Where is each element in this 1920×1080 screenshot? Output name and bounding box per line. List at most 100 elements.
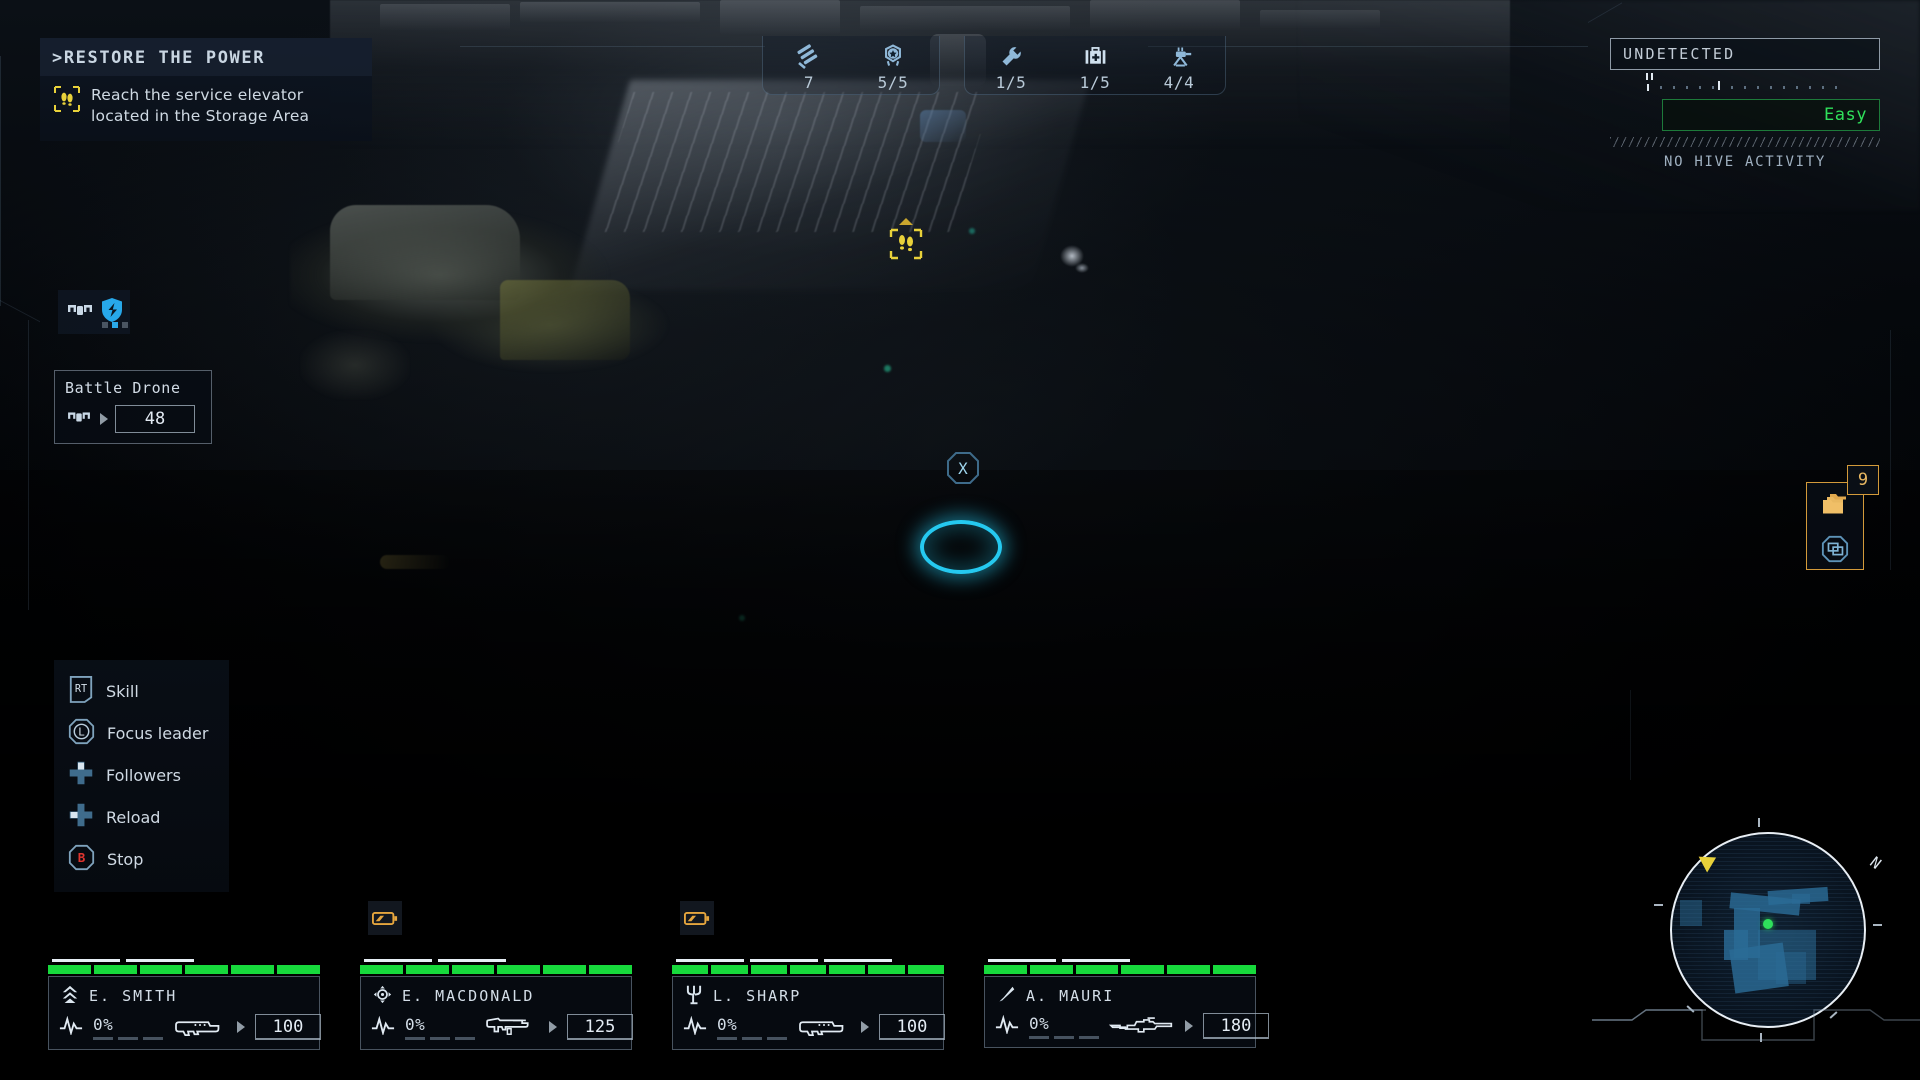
smart-gun-icon <box>485 1013 539 1041</box>
health-segment <box>672 965 709 974</box>
ammo-count: 125 <box>567 1014 633 1040</box>
health-segment <box>543 965 587 974</box>
ammo-count: 100 <box>255 1014 321 1040</box>
squad-card[interactable]: E. MACDONALD 0% 125 <box>360 901 633 1050</box>
health-segment <box>231 965 275 974</box>
squad-name-row: L. SHARP <box>681 983 935 1009</box>
assault-rifle-icon <box>797 1013 851 1041</box>
threat-meter <box>1646 73 1880 95</box>
squad-stat-row: 0% 100 <box>57 1013 321 1041</box>
squad-card[interactable]: A. MAURI 0% 180 <box>984 959 1269 1050</box>
minimap-tick <box>1758 818 1760 827</box>
status-panel: UNDETECTED Easy NO HIVE ACTIVITY <box>1610 38 1880 170</box>
hint-reload[interactable]: Reload <box>54 796 229 838</box>
tick <box>717 1036 737 1040</box>
threat-tick <box>1660 86 1662 89</box>
tick <box>742 1036 762 1040</box>
counter-value: 7 <box>803 73 815 92</box>
health-segment <box>907 965 944 974</box>
heartbeat-icon <box>683 1015 707 1039</box>
heartbeat-icon <box>371 1015 395 1039</box>
charge-dot <box>102 322 108 328</box>
scene-deck-plate <box>860 6 1070 30</box>
health-segment <box>405 965 449 974</box>
squad-name-row: E. SMITH <box>57 983 311 1009</box>
squad-card-body: E. SMITH 0% 100 <box>48 976 321 1050</box>
ammo-count: 100 <box>879 1014 945 1040</box>
pip <box>126 959 194 962</box>
ability-pips <box>360 959 632 962</box>
threat-tick <box>1673 86 1675 89</box>
counter-value: 4/4 <box>1163 73 1195 92</box>
tick <box>93 1036 113 1040</box>
svg-text:RT: RT <box>75 684 87 695</box>
accuracy-ticks <box>717 1036 787 1040</box>
tick <box>1029 1035 1049 1039</box>
difficulty-badge: Easy <box>1662 99 1880 131</box>
health-bar <box>672 965 944 974</box>
minimap-disc[interactable] <box>1670 832 1866 1028</box>
accuracy-value: 0% <box>1029 1013 1050 1033</box>
counter-group-squad: 7 5/5 <box>762 36 940 95</box>
inventory-widget[interactable]: 9 <box>1806 465 1879 571</box>
claw-slash-icon <box>794 41 824 71</box>
hive-activity-status: NO HIVE ACTIVITY <box>1663 154 1827 170</box>
drone-name: Battle Drone <box>65 379 181 397</box>
hint-skill[interactable]: RT Skill <box>54 670 229 712</box>
scene-debris <box>1075 263 1089 273</box>
health-segment <box>48 965 91 974</box>
svg-text:B: B <box>78 850 86 865</box>
hint-stop[interactable]: B Stop <box>54 838 229 880</box>
health-segment <box>185 965 229 974</box>
heartbeat-icon <box>59 1015 83 1039</box>
b-button-icon: B <box>68 844 95 875</box>
tick <box>118 1036 138 1040</box>
threat-tick <box>1731 86 1733 89</box>
crosshair-icon <box>373 985 392 1008</box>
squad-card[interactable]: E. SMITH 0% 100 <box>48 959 321 1050</box>
pip <box>676 959 744 962</box>
objective-task-line1: Reach the service elevator <box>91 86 304 104</box>
hint-followers[interactable]: Followers <box>54 754 229 796</box>
health-segment <box>1121 965 1165 974</box>
squad-card-body: A. MAURI 0% 180 <box>984 976 1269 1048</box>
counter-value: 5/5 <box>877 73 909 92</box>
tick <box>767 1036 787 1040</box>
battery-low-icon <box>680 901 714 935</box>
ammo-count: 180 <box>1203 1013 1269 1039</box>
threat-tick <box>1783 86 1785 89</box>
minimap-tick <box>1654 904 1663 906</box>
health-segment <box>277 965 320 974</box>
squad-card[interactable]: L. SHARP 0% 100 <box>672 901 945 1050</box>
counter-kills: 7 <box>767 41 851 92</box>
charge-dot <box>122 322 128 328</box>
scene-spark <box>884 365 891 372</box>
accuracy-ticks <box>93 1036 163 1040</box>
hint-focus-leader[interactable]: L Focus leader <box>54 712 229 754</box>
turret-icon <box>1166 41 1193 71</box>
squad-stat-row: 0% 180 <box>993 1013 1269 1039</box>
minimap[interactable]: N <box>1592 818 1920 1042</box>
squad-name-row: E. MACDONALD <box>369 983 623 1009</box>
health-segment <box>1167 965 1211 974</box>
scene-deck-plate <box>1090 0 1240 30</box>
squad-name: E. MACDONALD <box>402 987 535 1005</box>
threat-tick <box>1822 86 1824 89</box>
trident-icon <box>685 984 703 1009</box>
threat-tick <box>1712 86 1714 89</box>
drone-charge-dots <box>102 322 128 328</box>
objective-title: >RESTORE THE POWER <box>40 38 372 76</box>
chevron-right-icon <box>549 1021 557 1033</box>
swap-octagon-icon <box>1821 535 1849 563</box>
blade-icon <box>997 985 1016 1008</box>
tick <box>1079 1035 1099 1039</box>
counter-value: 1/5 <box>1079 73 1111 92</box>
inventory-swap-slot[interactable] <box>1807 527 1863 571</box>
scene-vehicle-body <box>330 205 520 300</box>
health-segment <box>829 965 866 974</box>
minimap-tick <box>1873 924 1882 926</box>
hatch-divider <box>1610 137 1880 147</box>
minimap-frame <box>1592 1009 1920 1041</box>
tick <box>143 1036 163 1040</box>
button-prompt-x[interactable]: X <box>946 451 980 485</box>
